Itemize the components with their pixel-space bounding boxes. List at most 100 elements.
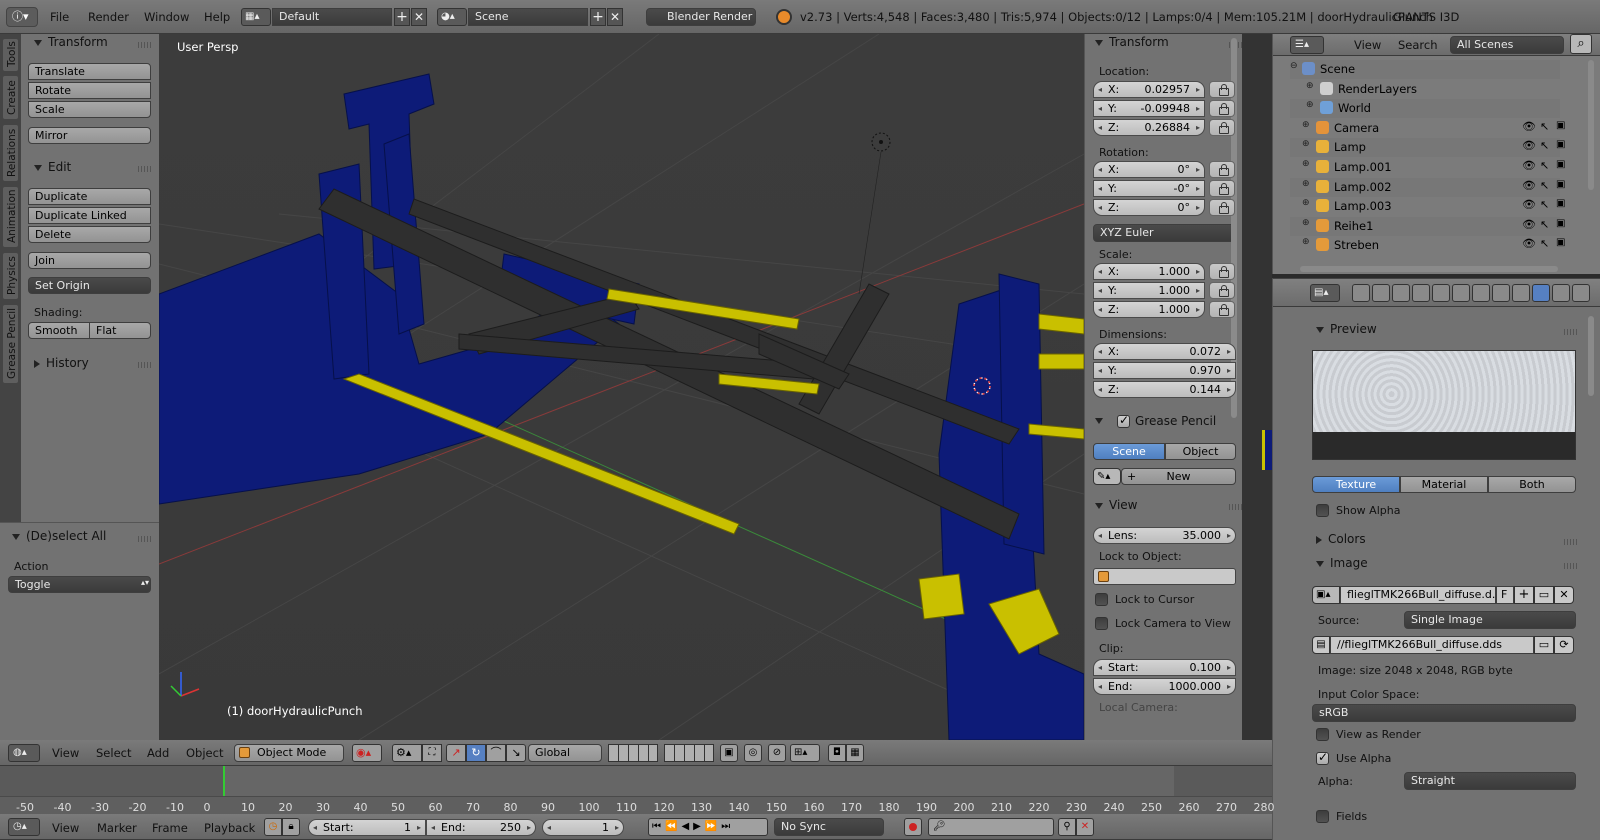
tab-world-icon[interactable] xyxy=(1412,284,1430,302)
use-alpha-checkbox[interactable] xyxy=(1316,750,1329,765)
tab-grease-pencil[interactable]: Grease Pencil xyxy=(2,304,19,384)
smooth-button[interactable]: Smooth xyxy=(28,322,90,339)
scale-x-field[interactable]: ◂ X: 1.000 ▸ xyxy=(1093,263,1205,280)
transform-orientation-dropdown[interactable]: Global xyxy=(528,744,602,762)
info-editor-icon[interactable]: ⓘ▾ xyxy=(6,7,38,27)
outliner-item[interactable]: ⊕ World xyxy=(1290,99,1560,118)
lock-cursor-checkbox[interactable] xyxy=(1095,593,1108,606)
visibility-eye-icon[interactable]: 👁︎ xyxy=(1522,159,1536,172)
3d-viewport[interactable]: User Persp (1) doorHydraulicPunch xyxy=(159,34,1084,740)
current-frame-field[interactable]: ◂ 1 ▸ xyxy=(542,819,624,836)
tab-render-icon[interactable] xyxy=(1352,284,1370,302)
visibility-eye-icon[interactable]: 👁︎ xyxy=(1522,120,1536,133)
panel-grip-icon[interactable] xyxy=(138,166,152,172)
outliner-item[interactable]: ⊕ Lamp 👁︎ ↖ ▣ xyxy=(1290,138,1565,157)
location-z-field[interactable]: ◂ Z: 0.26884 ▸ xyxy=(1093,119,1205,136)
visibility-eye-icon[interactable]: 👁︎ xyxy=(1522,139,1536,152)
expand-icon[interactable]: ⊕ xyxy=(1302,120,1310,130)
unlink-image-icon[interactable]: ✕ xyxy=(1554,586,1574,604)
pivot-icon[interactable]: ⚙▴ xyxy=(392,744,422,762)
start-frame-field[interactable]: ◂ Start: 1 ▸ xyxy=(308,819,426,836)
tab-tools[interactable]: Tools xyxy=(2,38,19,72)
proportional-edit-icon[interactable]: ◎ xyxy=(744,744,762,762)
tab-object-icon[interactable] xyxy=(1432,284,1450,302)
outliner-item[interactable]: ⊕ RenderLayers xyxy=(1290,80,1560,99)
keying-set-field[interactable]: 🔑︎ xyxy=(928,818,1054,836)
menu-window[interactable]: Window xyxy=(144,6,189,28)
delete-keyframe-icon[interactable]: ✕ xyxy=(1076,818,1094,836)
pencil-icon[interactable]: ✎▴ xyxy=(1093,468,1121,485)
scale-z-field[interactable]: ◂ Z: 1.000 ▸ xyxy=(1093,301,1205,318)
rotate-manipulator-icon[interactable]: ↻ xyxy=(466,744,486,762)
panel-grip-icon[interactable] xyxy=(1564,563,1578,569)
layer-buttons-group-1[interactable] xyxy=(608,744,658,762)
preview-panel-header[interactable]: Preview xyxy=(1316,322,1377,336)
alpha-dropdown[interactable]: Straight xyxy=(1404,772,1576,790)
outliner-item[interactable]: ⊕ Camera 👁︎ ↖ ▣ xyxy=(1290,119,1565,138)
expand-icon[interactable]: ⊕ xyxy=(1302,139,1310,149)
tab-particles-icon[interactable] xyxy=(1552,284,1570,302)
search-icon[interactable]: ⌕ xyxy=(1570,34,1592,54)
renderable-camera-icon[interactable]: ▣ xyxy=(1556,179,1565,190)
filepath-field[interactable]: //flieglTMK266Bull_diffuse.dds xyxy=(1330,636,1534,654)
snap-element-icon[interactable]: ⊞▴ xyxy=(790,744,820,762)
scale-button[interactable]: Scale xyxy=(28,101,151,118)
vp-menu-view[interactable]: View xyxy=(52,742,79,764)
remove-layout-icon[interactable]: ✕ xyxy=(411,8,427,26)
tab-material[interactable]: Material xyxy=(1400,476,1488,493)
timeline-menu-view[interactable]: View xyxy=(52,817,79,839)
panel-grip-icon[interactable] xyxy=(1229,504,1242,510)
visibility-eye-icon[interactable]: 👁︎ xyxy=(1522,179,1536,192)
lock-rotation-z-icon[interactable] xyxy=(1209,199,1235,216)
fake-user-button[interactable]: F xyxy=(1496,586,1514,604)
tab-physics-icon[interactable] xyxy=(1572,284,1590,302)
expand-icon[interactable]: ⊕ xyxy=(1302,218,1310,228)
outliner-menu-search[interactable]: Search xyxy=(1398,34,1438,56)
tab-modifiers-icon[interactable] xyxy=(1472,284,1490,302)
vp-menu-add[interactable]: Add xyxy=(147,742,169,764)
dimensions-y-field[interactable]: ◂ Y: 0.970 ▸ xyxy=(1093,362,1236,379)
reload-icon[interactable]: ⟳ xyxy=(1554,636,1574,654)
rotate-button[interactable]: Rotate xyxy=(28,82,151,99)
panel-grip-icon[interactable] xyxy=(138,362,152,368)
outliner-item[interactable]: ⊕ Streben 👁︎ ↖ ▣ xyxy=(1290,236,1565,255)
screen-layout-field[interactable]: Default xyxy=(272,8,392,26)
selectable-arrow-icon[interactable]: ↖ xyxy=(1540,159,1549,172)
vp-menu-select[interactable]: Select xyxy=(96,742,131,764)
transform-panel-header[interactable]: Transform xyxy=(34,35,108,49)
render-anim-icon[interactable]: ▦ xyxy=(846,744,864,762)
duplicate-linked-button[interactable]: Duplicate Linked xyxy=(28,207,151,224)
insert-keyframe-icon[interactable]: ⚲ xyxy=(1058,818,1076,836)
mirror-button[interactable]: Mirror xyxy=(28,127,151,144)
selectable-arrow-icon[interactable]: ↖ xyxy=(1540,237,1549,250)
properties-editor-icon[interactable]: ▤▴ xyxy=(1310,284,1340,302)
flat-button[interactable]: Flat xyxy=(89,322,151,339)
scene-icon[interactable]: ◕▴ xyxy=(437,8,467,26)
expand-icon[interactable]: ⊕ xyxy=(1302,198,1310,208)
location-x-field[interactable]: ◂ X: 0.02957 ▸ xyxy=(1093,81,1205,98)
gp-object-button[interactable]: Object xyxy=(1165,443,1236,460)
timeline-menu-marker[interactable]: Marker xyxy=(97,817,137,839)
menu-render[interactable]: Render xyxy=(88,6,129,28)
vp-menu-object[interactable]: Object xyxy=(186,742,223,764)
renderable-camera-icon[interactable]: ▣ xyxy=(1556,139,1565,150)
outliner-hscroll[interactable] xyxy=(1300,266,1558,272)
delete-button[interactable]: Delete xyxy=(28,226,151,243)
timeline-editor-icon[interactable]: ◷▴ xyxy=(8,818,40,836)
panel-grip-icon[interactable] xyxy=(1564,539,1578,545)
expand-icon[interactable]: ⊕ xyxy=(1306,100,1314,110)
outliner-editor-icon[interactable]: ☰▴ xyxy=(1290,36,1324,54)
renderable-camera-icon[interactable]: ▣ xyxy=(1556,120,1565,131)
tab-material-icon[interactable] xyxy=(1512,284,1530,302)
mode-dropdown[interactable]: Object Mode xyxy=(234,744,344,762)
duplicate-button[interactable]: Duplicate xyxy=(28,188,151,205)
scene-field[interactable]: Scene xyxy=(468,8,588,26)
snap-icon[interactable]: ⊘ xyxy=(768,744,786,762)
tab-scene-icon[interactable] xyxy=(1392,284,1410,302)
source-dropdown[interactable]: Single Image xyxy=(1404,611,1576,629)
rotation-y-field[interactable]: ◂ Y: -0° ▸ xyxy=(1093,180,1205,197)
dimensions-z-field[interactable]: ◂ Z: 0.144 ▸ xyxy=(1093,381,1236,398)
end-frame-field[interactable]: ◂ End: 250 ▸ xyxy=(426,819,536,836)
tab-both[interactable]: Both xyxy=(1488,476,1576,493)
panel-grip-icon[interactable] xyxy=(1564,329,1578,335)
